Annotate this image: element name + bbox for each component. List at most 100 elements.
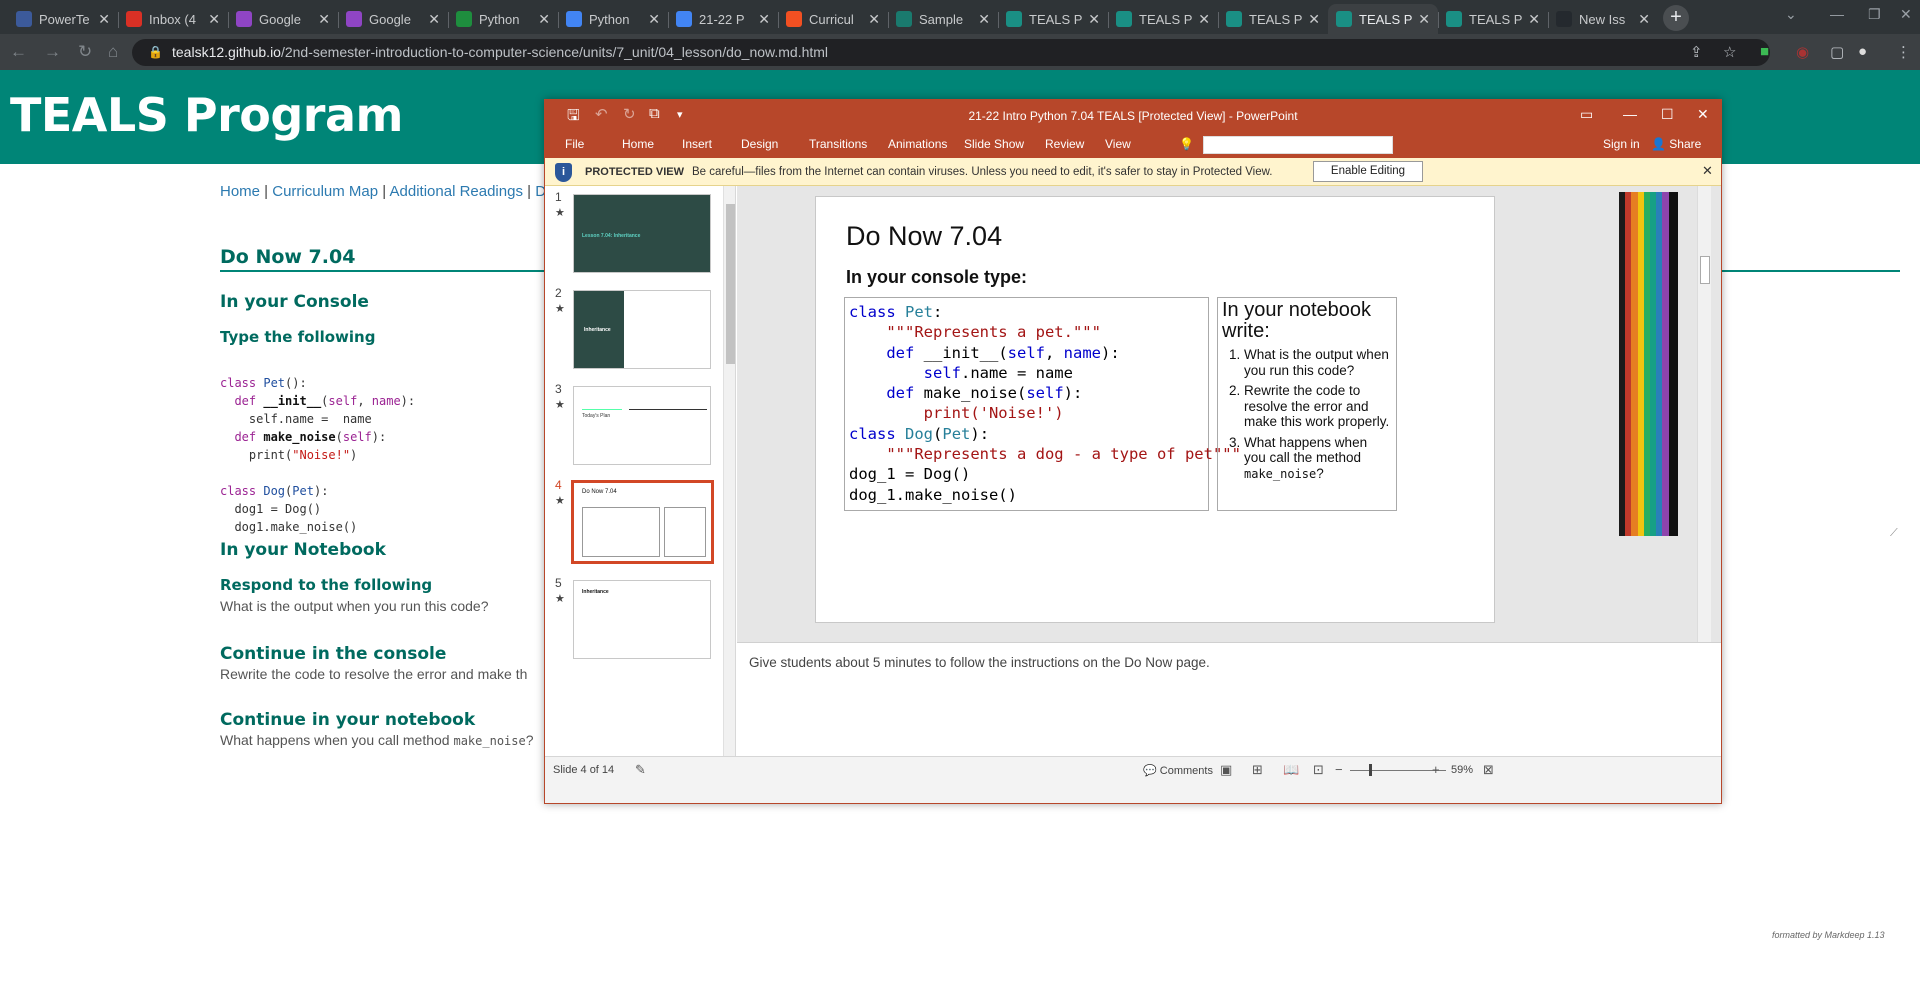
close-tab-icon[interactable]: ✕: [648, 11, 660, 28]
close-tab-icon[interactable]: ✕: [318, 11, 330, 28]
chevron-down-icon[interactable]: ⌄: [1785, 6, 1797, 23]
extension-icon-2[interactable]: ◉: [1796, 43, 1809, 61]
continue-notebook-heading: Continue in your notebook: [220, 710, 476, 730]
notebook-heading: In your Notebook: [220, 540, 386, 560]
close-tab-icon[interactable]: ✕: [1308, 11, 1320, 28]
browser-tab[interactable]: Google ✕: [338, 4, 448, 34]
scrollbar-thumb[interactable]: [1700, 256, 1710, 284]
color-reference-strip: [1619, 192, 1678, 536]
comments-button[interactable]: 💬 Comments: [1143, 764, 1213, 777]
tab-animations[interactable]: Animations: [888, 137, 947, 151]
close-tab-icon[interactable]: ✕: [1198, 11, 1210, 28]
list-item: What is the output when you run this cod…: [1244, 347, 1392, 378]
browser-tab[interactable]: 21-22 P ✕: [668, 4, 778, 34]
close-window-icon[interactable]: ✕: [1900, 6, 1912, 23]
reload-icon[interactable]: ↻: [78, 42, 92, 62]
forward-arrow-icon[interactable]: →: [44, 42, 61, 62]
inline-code: make_noise: [1244, 466, 1317, 481]
close-icon[interactable]: ✕: [1702, 163, 1713, 179]
close-tab-icon[interactable]: ✕: [98, 11, 110, 28]
browser-tab[interactable]: Google ✕: [228, 4, 338, 34]
current-slide[interactable]: Do Now 7.04 In your console type: class …: [815, 196, 1495, 623]
zoom-slider-thumb[interactable]: [1369, 764, 1372, 776]
minimize-icon[interactable]: —: [1623, 106, 1637, 122]
back-arrow-icon[interactable]: ←: [10, 42, 27, 62]
close-tab-icon[interactable]: ✕: [538, 11, 550, 28]
slide-thumbnail-2[interactable]: Inheritance: [573, 290, 711, 369]
slide-thumbnail-3[interactable]: Today's Plan: [573, 386, 711, 465]
browser-tab[interactable]: TEALS P ✕: [998, 4, 1108, 34]
scrollbar-thumb[interactable]: [726, 204, 735, 364]
close-tab-icon[interactable]: ✕: [868, 11, 880, 28]
close-tab-icon[interactable]: ✕: [1528, 11, 1540, 28]
tab-transitions[interactable]: Transitions: [809, 137, 867, 151]
normal-view-icon[interactable]: ▣: [1220, 762, 1232, 778]
slideshow-view-icon[interactable]: ⊡: [1313, 762, 1324, 778]
speaker-notes-pane[interactable]: Give students about 5 minutes to follow …: [737, 642, 1721, 756]
tab-design[interactable]: Design: [741, 137, 778, 151]
reading-view-icon[interactable]: 📖: [1283, 762, 1299, 778]
thumbnail-scrollbar[interactable]: [723, 186, 735, 756]
restore-icon[interactable]: ❐: [1868, 6, 1881, 23]
browser-tab[interactable]: New Iss ✕: [1548, 4, 1658, 34]
tell-me-search-input[interactable]: [1203, 136, 1393, 154]
avatar[interactable]: ●: [1858, 43, 1867, 60]
home-icon[interactable]: ⌂: [108, 42, 118, 62]
close-tab-icon[interactable]: ✕: [208, 11, 220, 28]
extension-icon[interactable]: ■: [1760, 43, 1769, 60]
resize-grip-icon[interactable]: ⟋: [1890, 527, 1898, 540]
tab-review[interactable]: Review: [1045, 137, 1084, 151]
markdeep-credit[interactable]: formatted by Markdeep 1.13: [1772, 930, 1885, 940]
slide-thumbnail-5[interactable]: Inheritance: [573, 580, 711, 659]
share-icon[interactable]: ⇪: [1690, 43, 1703, 61]
close-tab-icon[interactable]: ✕: [428, 11, 440, 28]
bookmark-star-icon[interactable]: ☆: [1723, 43, 1736, 61]
slide-thumbnail-4[interactable]: Do Now 7.04: [571, 480, 714, 564]
browser-tab[interactable]: TEALS P ✕: [1218, 4, 1328, 34]
tab-view[interactable]: View: [1105, 137, 1131, 151]
browser-tab[interactable]: TEALS P ✕: [1328, 4, 1438, 34]
browser-tab-label: Python: [479, 11, 520, 27]
editor-scrollbar[interactable]: [1697, 186, 1711, 642]
tab-slide-show[interactable]: Slide Show: [964, 137, 1024, 151]
close-icon[interactable]: ✕: [1697, 106, 1709, 123]
nav-home-link[interactable]: Home: [220, 183, 260, 200]
browser-tab[interactable]: Python ✕: [448, 4, 558, 34]
url-field[interactable]: 🔒 tealsk12.github.io/2nd-semester-introd…: [132, 39, 1770, 66]
maximize-icon[interactable]: ☐: [1661, 106, 1674, 123]
close-tab-icon[interactable]: ✕: [758, 11, 770, 28]
close-tab-icon[interactable]: ✕: [1088, 11, 1100, 28]
zoom-level[interactable]: 59%: [1451, 764, 1473, 776]
browser-tab[interactable]: Sample ✕: [888, 4, 998, 34]
tab-file[interactable]: File: [565, 137, 584, 151]
browser-tab[interactable]: TEALS P ✕: [1438, 4, 1548, 34]
close-tab-icon[interactable]: ✕: [1638, 11, 1650, 28]
browser-tab[interactable]: PowerTe ✕: [8, 4, 118, 34]
enable-editing-button[interactable]: Enable Editing: [1313, 161, 1423, 182]
kebab-menu-icon[interactable]: ⋮: [1896, 43, 1911, 61]
zoom-out-icon[interactable]: −: [1335, 762, 1343, 777]
nav-curriculum-link[interactable]: Curriculum Map: [272, 183, 378, 200]
notes-check-icon[interactable]: ✎: [635, 762, 646, 778]
sign-in-link[interactable]: Sign in: [1603, 137, 1640, 151]
extensions-puzzle-icon[interactable]: ▢: [1830, 43, 1844, 61]
new-tab-button[interactable]: +: [1663, 5, 1689, 31]
browser-tab[interactable]: Inbox (4 ✕: [118, 4, 228, 34]
share-button[interactable]: 👤 Share: [1651, 137, 1701, 151]
tab-insert[interactable]: Insert: [682, 137, 712, 151]
close-tab-icon[interactable]: ✕: [1418, 11, 1430, 28]
browser-tab[interactable]: TEALS P ✕: [1108, 4, 1218, 34]
minimize-icon[interactable]: —: [1830, 6, 1844, 22]
slide-sorter-icon[interactable]: ⊞: [1252, 762, 1263, 778]
browser-tab-label: Inbox (4: [149, 11, 196, 27]
nav-readings-link[interactable]: Additional Readings: [390, 183, 523, 200]
browser-tab[interactable]: Curricul ✕: [778, 4, 888, 34]
close-tab-icon[interactable]: ✕: [978, 11, 990, 28]
ribbon-display-icon[interactable]: ▭: [1580, 106, 1593, 123]
zoom-in-icon[interactable]: +: [1432, 762, 1440, 777]
fit-slide-icon[interactable]: ⊠: [1483, 762, 1494, 778]
browser-tab[interactable]: Python ✕: [558, 4, 668, 34]
github-icon: [1556, 11, 1572, 27]
slide-thumbnail-1[interactable]: Lesson 7.04: Inheritance: [573, 194, 711, 273]
tab-home[interactable]: Home: [622, 137, 654, 151]
